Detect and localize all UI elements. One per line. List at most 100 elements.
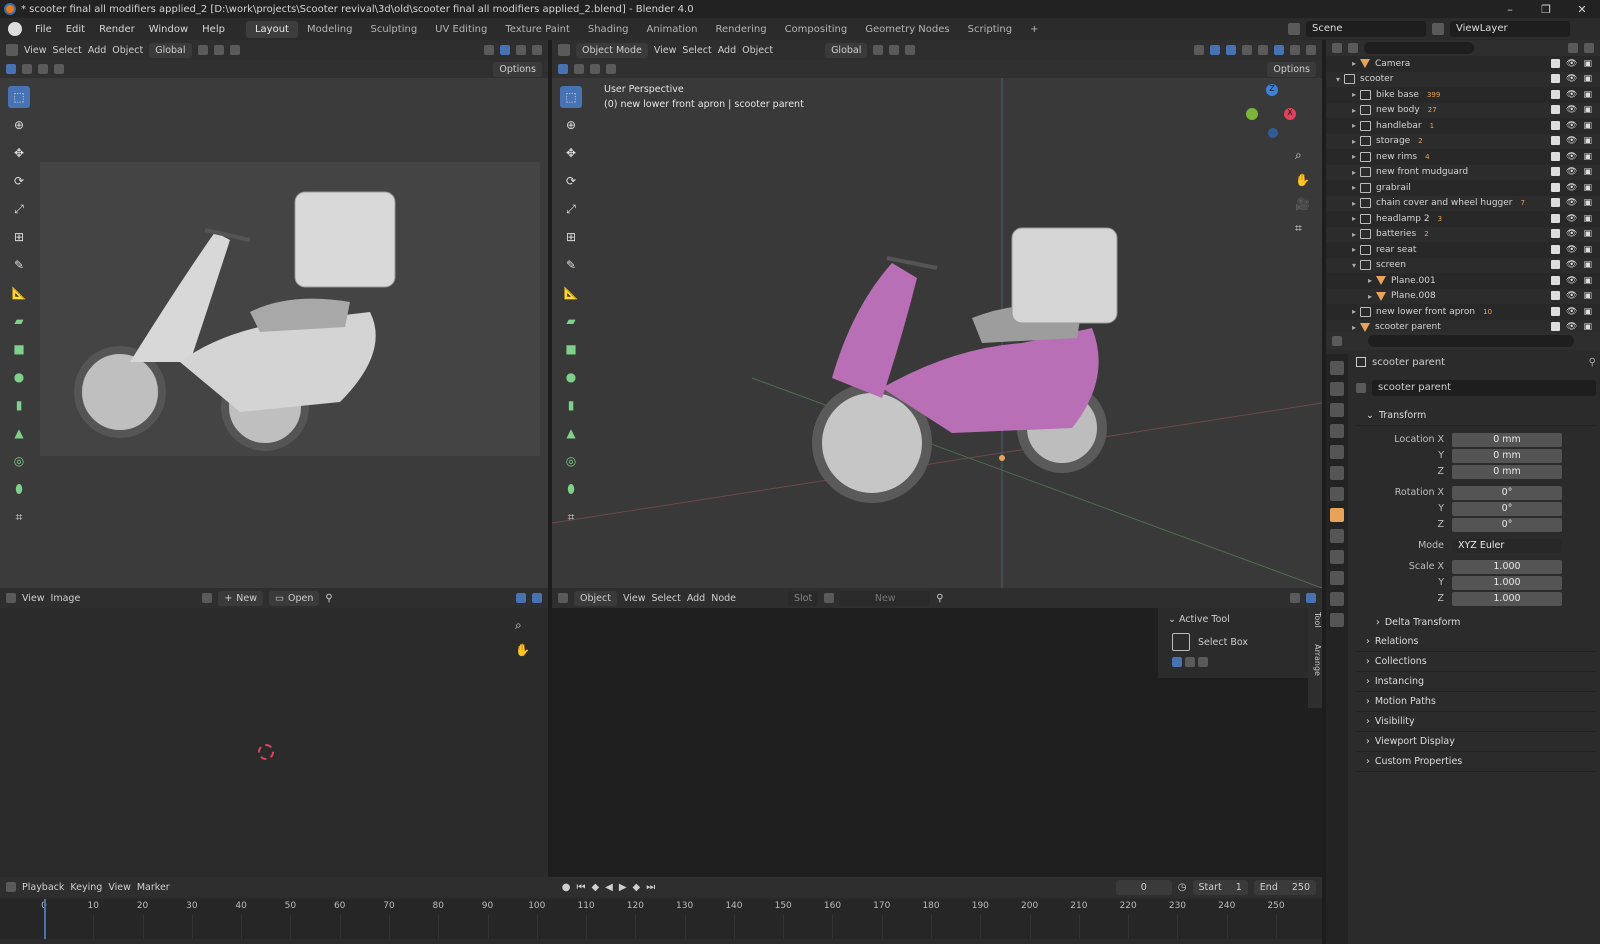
exclude-checkbox[interactable] bbox=[1551, 120, 1561, 130]
view-layer-field[interactable]: ViewLayer bbox=[1450, 21, 1570, 37]
mode-dropdown[interactable]: Object Mode bbox=[576, 42, 648, 58]
exclude-checkbox[interactable] bbox=[1551, 275, 1561, 285]
rendered-shading-icon[interactable] bbox=[532, 45, 542, 55]
select-invert-icon[interactable] bbox=[54, 64, 64, 74]
outliner-row[interactable]: ▾ screen 👁 ▣ bbox=[1326, 257, 1600, 273]
proportional-icon[interactable] bbox=[905, 45, 916, 55]
panel-instancing[interactable]: › Instancing bbox=[1356, 672, 1596, 692]
menu-edit[interactable]: Edit bbox=[59, 24, 92, 35]
select-box-icon[interactable]: ⬚ bbox=[8, 86, 30, 108]
outliner-row[interactable]: ▾ scooter 👁 ▣ bbox=[1326, 71, 1600, 87]
select-subtract-icon[interactable] bbox=[38, 64, 48, 74]
camera-icon[interactable]: ▣ bbox=[1583, 59, 1592, 69]
data-tab-icon[interactable] bbox=[1330, 592, 1344, 606]
move-icon[interactable]: ✥ bbox=[8, 142, 30, 164]
shader-menu-node[interactable]: Node bbox=[711, 593, 736, 604]
panel-custom-properties[interactable]: › Custom Properties bbox=[1356, 752, 1596, 772]
menu-window[interactable]: Window bbox=[142, 24, 195, 35]
image-browse-icon[interactable] bbox=[202, 593, 213, 603]
select-extend-icon[interactable] bbox=[22, 64, 32, 74]
scale-z-field[interactable]: 1.000 bbox=[1452, 591, 1562, 606]
camera-icon[interactable]: ▣ bbox=[1583, 322, 1592, 332]
start-frame-field[interactable]: Start 1 bbox=[1192, 879, 1248, 895]
shader-menu-view[interactable]: View bbox=[623, 593, 646, 604]
prev-keyframe-icon[interactable]: ◆ bbox=[591, 882, 599, 893]
view-layer-tab-icon[interactable] bbox=[1330, 424, 1344, 438]
image-menu-image[interactable]: Image bbox=[51, 593, 81, 604]
exclude-checkbox[interactable] bbox=[1551, 136, 1561, 146]
camera-icon[interactable]: ▣ bbox=[1583, 105, 1592, 115]
close-icon[interactable]: ✕ bbox=[1564, 3, 1600, 16]
main-menu-view[interactable]: View bbox=[654, 45, 677, 56]
outliner-row[interactable]: ▸ chain cover and wheel hugger 7 👁 ▣ bbox=[1326, 195, 1600, 211]
eye-icon[interactable]: 👁 bbox=[1566, 291, 1577, 301]
exclude-checkbox[interactable] bbox=[1551, 213, 1561, 223]
tab-rendering[interactable]: Rendering bbox=[706, 21, 775, 38]
add-cone-icon[interactable]: ▲ bbox=[8, 422, 30, 444]
camera-icon[interactable]: ▣ bbox=[1583, 245, 1592, 255]
eye-icon[interactable]: 👁 bbox=[1566, 245, 1577, 255]
cursor-icon[interactable]: ⊕ bbox=[8, 114, 30, 136]
outliner-row[interactable]: ▸ new body 27 👁 ▣ bbox=[1326, 102, 1600, 118]
material-shading-icon[interactable] bbox=[1290, 45, 1300, 55]
expand-right-icon[interactable]: ▸ bbox=[1364, 292, 1376, 301]
texture-tab-icon[interactable] bbox=[1330, 613, 1344, 627]
camera-icon[interactable]: ▣ bbox=[1583, 121, 1592, 131]
tab-scripting[interactable]: Scripting bbox=[959, 21, 1021, 38]
blender-menu-icon[interactable] bbox=[8, 22, 22, 36]
tab-tool[interactable]: Tool bbox=[1313, 612, 1322, 628]
eye-icon[interactable]: 👁 bbox=[1566, 121, 1577, 131]
outliner-row[interactable]: ▸ grabrail 👁 ▣ bbox=[1326, 180, 1600, 196]
editor-type-icon[interactable] bbox=[558, 593, 568, 603]
eye-icon[interactable]: 👁 bbox=[1566, 90, 1577, 100]
world-tab-icon[interactable] bbox=[1330, 466, 1344, 480]
camera-view-icon[interactable]: 🎥 bbox=[1295, 197, 1310, 211]
expand-down-icon[interactable]: ▾ bbox=[1332, 75, 1344, 84]
expand-right-icon[interactable]: ▸ bbox=[1348, 245, 1360, 254]
select-mode-icon[interactable] bbox=[558, 64, 568, 74]
tab-animation[interactable]: Animation bbox=[638, 21, 707, 38]
pin-icon[interactable]: ⚲ bbox=[325, 593, 332, 604]
expand-right-icon[interactable]: ▸ bbox=[1348, 168, 1360, 177]
image-menu-view[interactable]: View bbox=[22, 593, 45, 604]
outliner-row[interactable]: ▸ Plane.001 👁 ▣ bbox=[1326, 273, 1600, 289]
exclude-checkbox[interactable] bbox=[1551, 151, 1561, 161]
end-frame-field[interactable]: End 250 bbox=[1253, 879, 1316, 895]
object-datablock-icon[interactable] bbox=[1356, 383, 1366, 393]
wireframe-shading-icon[interactable] bbox=[1258, 45, 1268, 55]
left-options-dropdown[interactable]: Options bbox=[493, 61, 542, 77]
menu-help[interactable]: Help bbox=[195, 24, 232, 35]
new-image-button[interactable]: + New bbox=[218, 590, 264, 606]
object-tab-icon[interactable] bbox=[1330, 508, 1344, 522]
gizmo-neg-z-axis[interactable] bbox=[1268, 128, 1278, 138]
eye-icon[interactable]: 👁 bbox=[1566, 322, 1577, 332]
select-new-icon[interactable] bbox=[1172, 657, 1182, 667]
eye-icon[interactable]: 👁 bbox=[1566, 136, 1577, 146]
solid-shading-icon[interactable] bbox=[1274, 45, 1284, 55]
exclude-checkbox[interactable] bbox=[1551, 260, 1561, 270]
select-subtract-icon[interactable] bbox=[1198, 657, 1208, 667]
jump-end-icon[interactable]: ⏭ bbox=[646, 882, 655, 893]
material-shading-icon[interactable] bbox=[516, 45, 526, 55]
left-menu-add[interactable]: Add bbox=[88, 45, 106, 56]
eye-icon[interactable]: 👁 bbox=[1566, 229, 1577, 239]
tab-arrange[interactable]: Arrange bbox=[1313, 644, 1322, 676]
minimize-icon[interactable]: – bbox=[1492, 3, 1528, 16]
location-y-field[interactable]: 0 mm bbox=[1452, 448, 1562, 463]
add-cylinder-icon[interactable]: ▮ bbox=[8, 394, 30, 416]
exclude-checkbox[interactable] bbox=[1551, 322, 1561, 332]
xray-icon[interactable] bbox=[1242, 45, 1252, 55]
measure-icon[interactable]: 📐 bbox=[8, 282, 30, 304]
pin-icon[interactable]: ⚲ bbox=[1589, 357, 1596, 368]
camera-icon[interactable]: ▣ bbox=[1583, 291, 1592, 301]
zoom-icon[interactable]: ⌕ bbox=[515, 618, 530, 633]
panel-relations[interactable]: › Relations bbox=[1356, 632, 1596, 652]
outliner-row[interactable]: ▸ headlamp 2 3 👁 ▣ bbox=[1326, 211, 1600, 227]
exclude-checkbox[interactable] bbox=[1551, 105, 1561, 115]
menu-render[interactable]: Render bbox=[92, 24, 142, 35]
editor-type-icon[interactable] bbox=[6, 593, 16, 603]
gizmo-y-axis[interactable] bbox=[1246, 108, 1258, 120]
timeline-menu-view[interactable]: View bbox=[108, 882, 131, 893]
material-browse-icon[interactable] bbox=[824, 593, 835, 603]
current-frame-field[interactable]: 0 bbox=[1115, 879, 1172, 895]
